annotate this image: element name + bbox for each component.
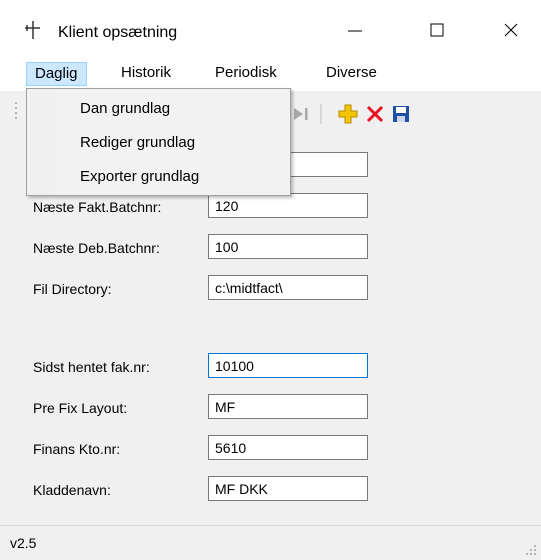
menu-historik[interactable]: Historik xyxy=(113,62,179,86)
menu-item-rediger-grundlag[interactable]: Rediger grundlag xyxy=(27,126,290,160)
finans-kto-input[interactable] xyxy=(208,435,368,460)
resize-grip-icon[interactable] xyxy=(525,544,537,556)
fil-directory-input[interactable] xyxy=(208,275,368,300)
maximize-icon xyxy=(430,23,444,37)
field-label-sidst-hentet: Sidst hentet fak.nr: xyxy=(33,359,150,375)
field-label-fil-directory: Fil Directory: xyxy=(33,281,112,297)
menu-diverse[interactable]: Diverse xyxy=(318,62,385,86)
window-title: Klient opsætning xyxy=(58,24,178,41)
sidst-hentet-input[interactable] xyxy=(208,353,368,378)
status-bar: v2.5 xyxy=(0,525,541,560)
menu-item-dan-grundlag[interactable]: Dan grundlag xyxy=(27,92,290,126)
field-label-prefix-layout: Pre Fix Layout: xyxy=(33,400,128,416)
minimize-button[interactable] xyxy=(332,12,378,48)
close-button[interactable] xyxy=(488,12,534,48)
maximize-button[interactable] xyxy=(414,12,460,48)
version-label: v2.5 xyxy=(10,535,37,551)
title-bar: Klient opsætning xyxy=(0,0,541,56)
menu-daglig[interactable]: Daglig xyxy=(26,62,87,86)
field-label-finans-kto: Finans Kto.nr: xyxy=(33,441,121,457)
toolbar-separator xyxy=(320,104,323,124)
prefix-layout-input[interactable] xyxy=(208,394,368,419)
menu-periodisk[interactable]: Periodisk xyxy=(207,62,285,86)
field-label-kladdenavn: Kladdenavn: xyxy=(33,482,111,498)
delete-icon[interactable] xyxy=(365,104,385,124)
last-record-icon[interactable] xyxy=(291,104,311,124)
menu-bar: Daglig Historik Periodisk Diverse xyxy=(0,56,541,91)
deb-batchnr-input[interactable] xyxy=(208,234,368,259)
fakt-batchnr-input[interactable] xyxy=(208,193,368,218)
field-label-deb-batchnr: Næste Deb.Batchnr: xyxy=(33,240,160,256)
save-icon[interactable] xyxy=(391,104,411,124)
add-icon[interactable] xyxy=(338,104,358,124)
minimize-icon xyxy=(348,30,362,32)
pin-icon xyxy=(23,20,43,40)
daglig-dropdown-menu: Dan grundlag Rediger grundlag Exporter g… xyxy=(26,88,291,196)
field-label-fakt-batchnr: Næste Fakt.Batchnr: xyxy=(33,199,162,215)
client-setup-window: Klient opsætning Daglig Historik Periodi… xyxy=(0,0,541,560)
kladdenavn-input[interactable] xyxy=(208,476,368,501)
toolbar-grip-icon[interactable] xyxy=(14,100,18,124)
menu-item-exporter-grundlag[interactable]: Exporter grundlag xyxy=(27,160,290,194)
close-icon xyxy=(504,23,518,37)
